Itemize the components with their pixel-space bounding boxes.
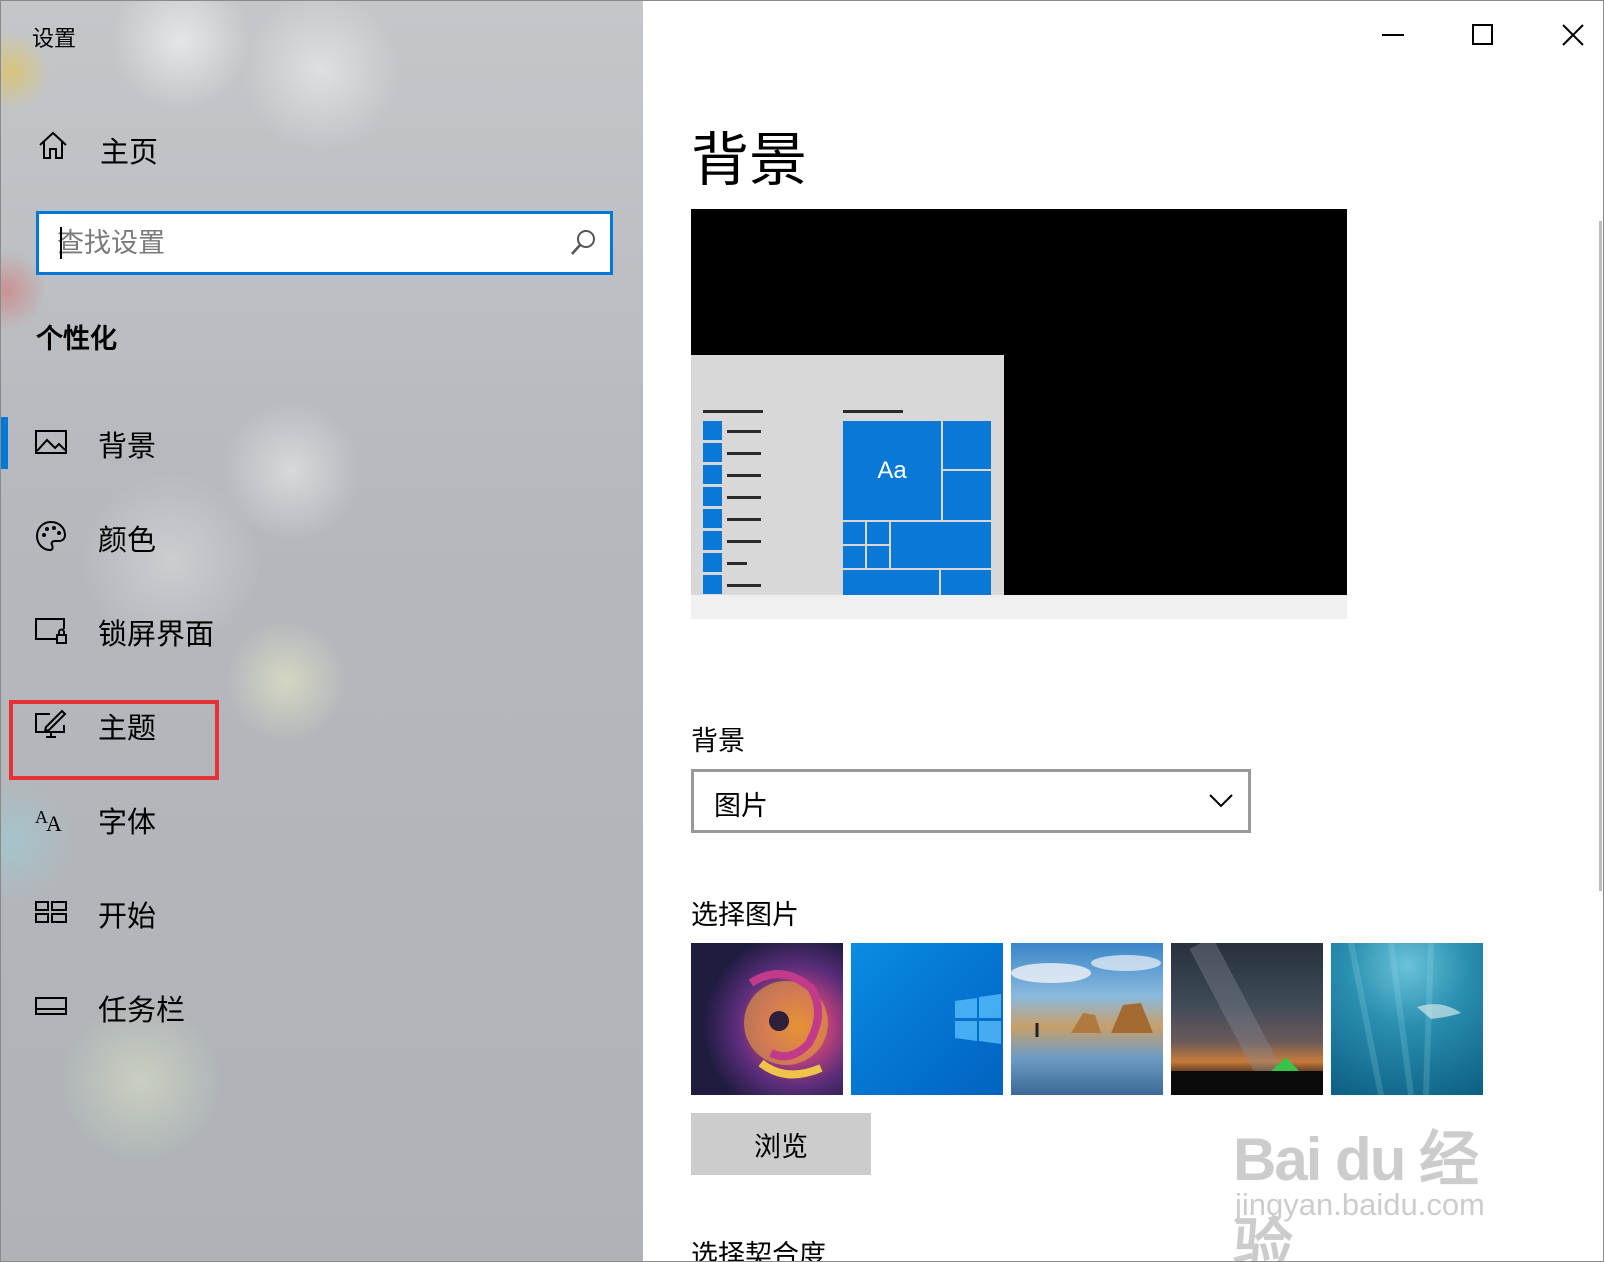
preview-desktop: Aa [691, 209, 1347, 595]
section-title: 个性化 [36, 324, 117, 355]
beach-rocks-art [1011, 955, 1161, 1037]
search-box[interactable] [36, 211, 613, 275]
sidebar-item-label: 背景 [98, 429, 157, 463]
main-content: 背景 Aa 背景 图片 选择图片 浏览 选择契合度 [643, 1, 1603, 1262]
lock-screen-icon [35, 618, 67, 644]
windows-logo-art [955, 994, 1001, 1044]
sidebar-item-label: 颜色 [98, 523, 157, 557]
sidebar: 设置 主页 个性化 背景 [1, 1, 643, 1261]
home-label: 主页 [100, 135, 159, 169]
baidu-watermark: Bai du 经验 jingyan.baidu.com [1233, 1099, 1523, 1261]
browse-button[interactable]: 浏览 [691, 1113, 871, 1175]
sidebar-item-colors[interactable]: 颜色 [1, 499, 643, 579]
page-title: 背景 [691, 126, 808, 194]
background-label: 背景 [691, 726, 745, 757]
wallpaper-thumbnail[interactable] [1011, 943, 1163, 1095]
home-icon [39, 131, 67, 159]
choose-picture-label: 选择图片 [691, 900, 799, 931]
wallpaper-thumbnail[interactable] [1331, 943, 1483, 1095]
home-nav-item[interactable]: 主页 [1, 119, 643, 179]
picture-icon [35, 430, 67, 454]
svg-text:A: A [46, 811, 62, 835]
background-dropdown[interactable]: 图片 [691, 769, 1251, 833]
sidebar-item-label: 锁屏界面 [98, 617, 215, 651]
minimize-button[interactable] [1363, 11, 1423, 59]
preview-start-menu: Aa [691, 355, 1004, 595]
sidebar-item-lock-screen[interactable]: 锁屏界面 [1, 593, 643, 673]
start-icon [35, 901, 67, 923]
maximize-button[interactable] [1453, 11, 1513, 59]
sidebar-item-taskbar[interactable]: 任务栏 [1, 969, 643, 1049]
sidebar-item-label: 开始 [98, 899, 157, 933]
text-caret [60, 227, 62, 259]
taskbar-icon [35, 997, 67, 1015]
wallpaper-thumbnail[interactable] [691, 943, 843, 1095]
watermark-url-text: jingyan.baidu.com [1235, 1187, 1485, 1222]
wallpaper-thumbnail[interactable] [1171, 943, 1323, 1095]
highlight-box [9, 700, 219, 780]
night-sky-art [1171, 943, 1323, 1095]
underwater-art [1348, 943, 1461, 1095]
dropdown-value: 图片 [714, 791, 768, 822]
wallpaper-thumbnail[interactable] [851, 943, 1003, 1095]
sidebar-item-fonts[interactable]: A A 字体 [1, 781, 643, 861]
settings-window: 设置 主页 个性化 背景 [0, 0, 1604, 1262]
sidebar-item-start[interactable]: 开始 [1, 875, 643, 955]
sidebar-item-background[interactable]: 背景 [1, 405, 643, 485]
sidebar-item-label: 字体 [98, 805, 157, 839]
search-input[interactable] [39, 214, 539, 272]
preview-tile-sample: Aa [843, 421, 941, 520]
choose-fit-label: 选择契合度 [691, 1240, 826, 1262]
scrollbar[interactable] [1599, 221, 1602, 891]
chevron-down-icon [1209, 794, 1233, 808]
illustration-art [744, 970, 828, 1079]
sidebar-item-label: 任务栏 [98, 993, 186, 1027]
font-icon: A A [35, 807, 62, 835]
search-icon[interactable] [568, 228, 598, 258]
close-button[interactable] [1543, 11, 1603, 59]
palette-icon [35, 520, 67, 552]
desktop-preview: Aa [691, 209, 1347, 619]
app-title: 设置 [32, 27, 77, 52]
